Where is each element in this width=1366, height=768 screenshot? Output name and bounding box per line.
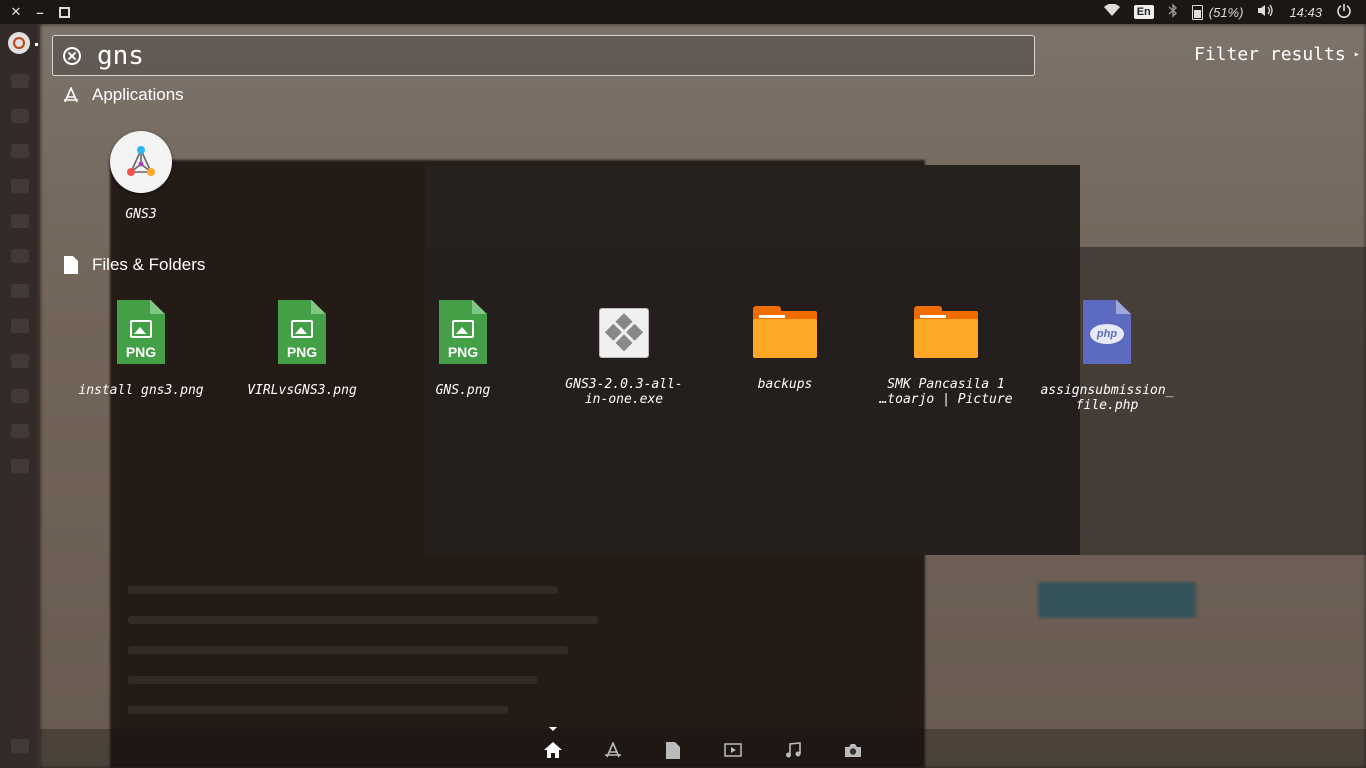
search-input[interactable] bbox=[95, 39, 999, 72]
folder-result-smk-pancasila[interactable]: SMK Pancasila 1 …toarjo | Picture bbox=[866, 300, 1026, 407]
clock[interactable]: 14:43 bbox=[1289, 5, 1322, 20]
gns3-app-icon bbox=[110, 131, 172, 193]
keyboard-layout-indicator[interactable]: En bbox=[1133, 5, 1154, 19]
file-result-label: backups bbox=[757, 377, 813, 392]
launcher-item[interactable] bbox=[11, 249, 29, 263]
file-result-label: VIRLvsGNS3.png bbox=[247, 383, 357, 398]
trash-icon[interactable] bbox=[11, 739, 29, 753]
top-panel: ✕ – En (51%) 14:43 bbox=[0, 0, 1366, 24]
close-icon[interactable]: ✕ bbox=[10, 4, 22, 19]
folder-result-backups[interactable]: backups bbox=[705, 300, 865, 392]
launcher-item[interactable] bbox=[11, 354, 29, 368]
launcher-item[interactable] bbox=[11, 459, 29, 473]
files-section-title: Files & Folders bbox=[92, 255, 206, 274]
launcher-item[interactable] bbox=[11, 424, 29, 438]
file-type-badge: PNG bbox=[286, 344, 318, 360]
battery-icon bbox=[1191, 4, 1203, 20]
files-category-icon bbox=[62, 256, 80, 274]
launcher bbox=[0, 24, 40, 768]
video-lens-icon[interactable] bbox=[723, 741, 743, 759]
file-result-virlvsgns3-png[interactable]: PNG VIRLvsGNS3.png bbox=[222, 300, 382, 398]
file-result-label: assignsubmission_ file.php bbox=[1040, 383, 1174, 413]
filter-results-button[interactable]: Filter results ▸ bbox=[1194, 44, 1360, 65]
files-lens-icon[interactable] bbox=[663, 741, 683, 759]
file-type-badge: PNG bbox=[447, 344, 479, 360]
applications-section-title: Applications bbox=[92, 85, 184, 104]
photos-lens-icon[interactable] bbox=[843, 741, 863, 759]
music-lens-icon[interactable] bbox=[783, 741, 803, 759]
applications-category-icon bbox=[62, 86, 80, 104]
folder-icon bbox=[914, 306, 978, 358]
minimize-icon[interactable]: – bbox=[34, 5, 46, 20]
volume-icon[interactable] bbox=[1257, 4, 1275, 20]
launcher-item[interactable] bbox=[11, 389, 29, 403]
png-file-icon: PNG bbox=[278, 300, 326, 364]
php-file-icon: php bbox=[1083, 300, 1131, 364]
file-result-install-gns3-png[interactable]: PNG install gns3.png bbox=[61, 300, 221, 398]
bluetooth-icon[interactable] bbox=[1168, 3, 1178, 21]
png-file-icon: PNG bbox=[117, 300, 165, 364]
file-result-gns-png[interactable]: PNG GNS.png bbox=[383, 300, 543, 398]
app-result-label: GNS3 bbox=[125, 207, 157, 222]
ubuntu-dash-button[interactable] bbox=[8, 32, 30, 54]
file-result-label: install gns3.png bbox=[78, 383, 204, 398]
file-result-label: GNS.png bbox=[435, 383, 491, 398]
app-result-gns3[interactable]: GNS3 bbox=[61, 131, 221, 222]
file-result-assignsubmission-php[interactable]: php assignsubmission_ file.php bbox=[1027, 300, 1187, 413]
battery-indicator[interactable]: (51%) bbox=[1191, 4, 1244, 20]
launcher-item[interactable] bbox=[11, 284, 29, 298]
file-type-badge: PNG bbox=[125, 344, 157, 360]
applications-section-header: Applications bbox=[62, 85, 184, 105]
launcher-item[interactable] bbox=[11, 109, 29, 123]
file-result-gns3-exe[interactable]: GNS3-2.0.3-all- in-one.exe bbox=[544, 300, 704, 407]
active-lens-pointer bbox=[549, 727, 557, 731]
folder-icon bbox=[753, 306, 817, 358]
home-lens-icon[interactable] bbox=[543, 741, 563, 759]
file-result-label: SMK Pancasila 1 …toarjo | Picture bbox=[879, 377, 1013, 407]
files-section-header: Files & Folders bbox=[62, 255, 205, 275]
applications-lens-icon[interactable] bbox=[603, 741, 623, 759]
filter-results-label: Filter results bbox=[1194, 44, 1346, 65]
indicator-area: En (51%) 14:43 bbox=[1103, 0, 1352, 24]
restore-icon[interactable] bbox=[58, 6, 70, 18]
launcher-item[interactable] bbox=[11, 74, 29, 88]
file-result-label: GNS3-2.0.3-all- in-one.exe bbox=[565, 377, 683, 407]
active-indicator bbox=[35, 43, 38, 46]
file-type-badge: php bbox=[1090, 324, 1124, 344]
launcher-item[interactable] bbox=[11, 319, 29, 333]
wifi-icon[interactable] bbox=[1103, 3, 1120, 20]
chevron-right-icon: ▸ bbox=[1353, 49, 1360, 60]
lens-bar bbox=[40, 729, 1366, 768]
battery-percentage: (51%) bbox=[1208, 4, 1244, 20]
dash-search-bar bbox=[52, 35, 1035, 76]
exe-file-icon bbox=[599, 308, 649, 358]
launcher-item[interactable] bbox=[11, 179, 29, 193]
power-icon[interactable] bbox=[1336, 3, 1352, 22]
launcher-item[interactable] bbox=[11, 214, 29, 228]
clear-search-icon[interactable] bbox=[63, 46, 81, 65]
launcher-item[interactable] bbox=[11, 144, 29, 158]
png-file-icon: PNG bbox=[439, 300, 487, 364]
window-controls: ✕ – bbox=[10, 4, 70, 20]
